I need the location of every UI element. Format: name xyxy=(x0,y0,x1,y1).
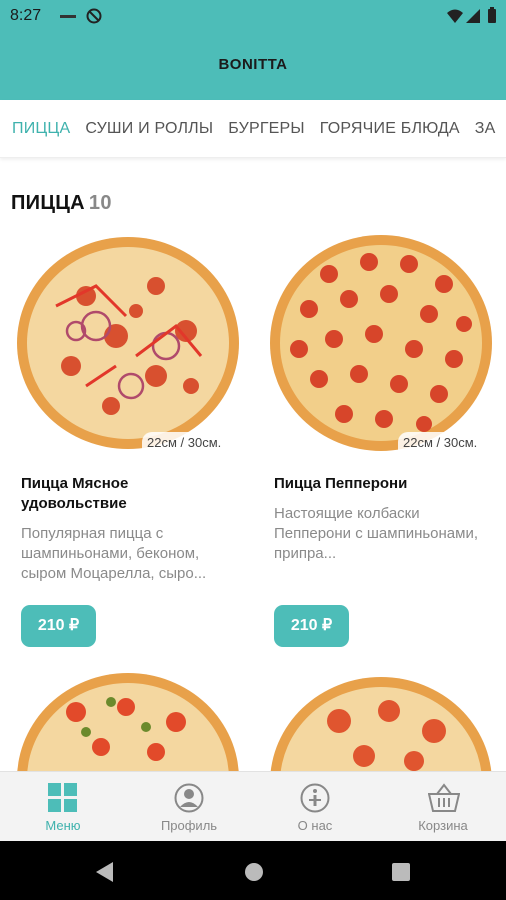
nav-cart-label: Корзина xyxy=(418,818,468,833)
product-description: Популярная пицца с шампиньонами, беконом… xyxy=(21,525,207,582)
price-button[interactable]: 210 ₽ xyxy=(274,605,349,647)
section-title: ПИЦЦА 10 xyxy=(11,192,112,215)
price-button[interactable]: 210 ₽ xyxy=(21,605,96,647)
nav-profile-label: Профиль xyxy=(160,818,218,833)
status-bar: 8:27 xyxy=(0,0,506,32)
product-description: Настоящие колбаски Пепперони с шампиньон… xyxy=(274,505,479,562)
pizza-image-meat[interactable] xyxy=(16,236,240,450)
status-time: 8:27 xyxy=(10,7,42,24)
product-name[interactable]: Пицца Мясное удовольствие xyxy=(21,474,221,514)
info-icon xyxy=(300,783,330,813)
recents-icon[interactable] xyxy=(392,863,410,886)
home-icon[interactable] xyxy=(244,862,264,887)
app-bar: BONITTA xyxy=(0,32,506,100)
back-icon[interactable] xyxy=(96,862,114,887)
nav-about[interactable]: О нас xyxy=(252,772,378,842)
tab-pizza[interactable]: ПИЦЦА xyxy=(12,100,70,157)
bottom-nav: Меню Профиль О нас Корзина xyxy=(0,771,506,841)
app-title: BONITTA xyxy=(218,56,288,73)
tab-burgers[interactable]: БУРГЕРЫ xyxy=(228,100,305,157)
system-nav-bar xyxy=(0,841,506,900)
sim-icon xyxy=(60,9,76,27)
pizza-image-pepperoni[interactable] xyxy=(269,234,493,452)
nav-about-label: О нас xyxy=(297,818,333,833)
nav-cart[interactable]: Корзина xyxy=(380,772,506,842)
section-count: 10 xyxy=(88,192,112,214)
do-not-disturb-icon xyxy=(86,8,102,29)
basket-icon xyxy=(428,783,460,812)
grid-icon xyxy=(48,783,77,812)
section-name: ПИЦЦА xyxy=(11,192,85,214)
nav-profile[interactable]: Профиль xyxy=(126,772,252,842)
product-name[interactable]: Пицца Пепперони xyxy=(274,474,474,494)
size-label: 22см / 30см. xyxy=(142,432,227,453)
battery-icon xyxy=(488,7,496,28)
category-tabs: ПИЦЦА СУШИ И РОЛЛЫ БУРГЕРЫ ГОРЯЧИЕ БЛЮДА ЗА xyxy=(0,100,506,158)
size-label: 22см / 30см. xyxy=(398,432,483,453)
signal-icon xyxy=(466,9,480,28)
nav-menu-label: Меню xyxy=(45,818,81,833)
tab-hot-dishes[interactable]: ГОРЯЧИЕ БЛЮДА xyxy=(320,100,460,157)
tab-more[interactable]: ЗА xyxy=(475,100,496,157)
tab-sushi-rolls[interactable]: СУШИ И РОЛЛЫ xyxy=(85,100,213,157)
nav-menu[interactable]: Меню xyxy=(0,772,126,842)
profile-icon xyxy=(174,783,204,813)
wifi-icon xyxy=(446,9,464,28)
